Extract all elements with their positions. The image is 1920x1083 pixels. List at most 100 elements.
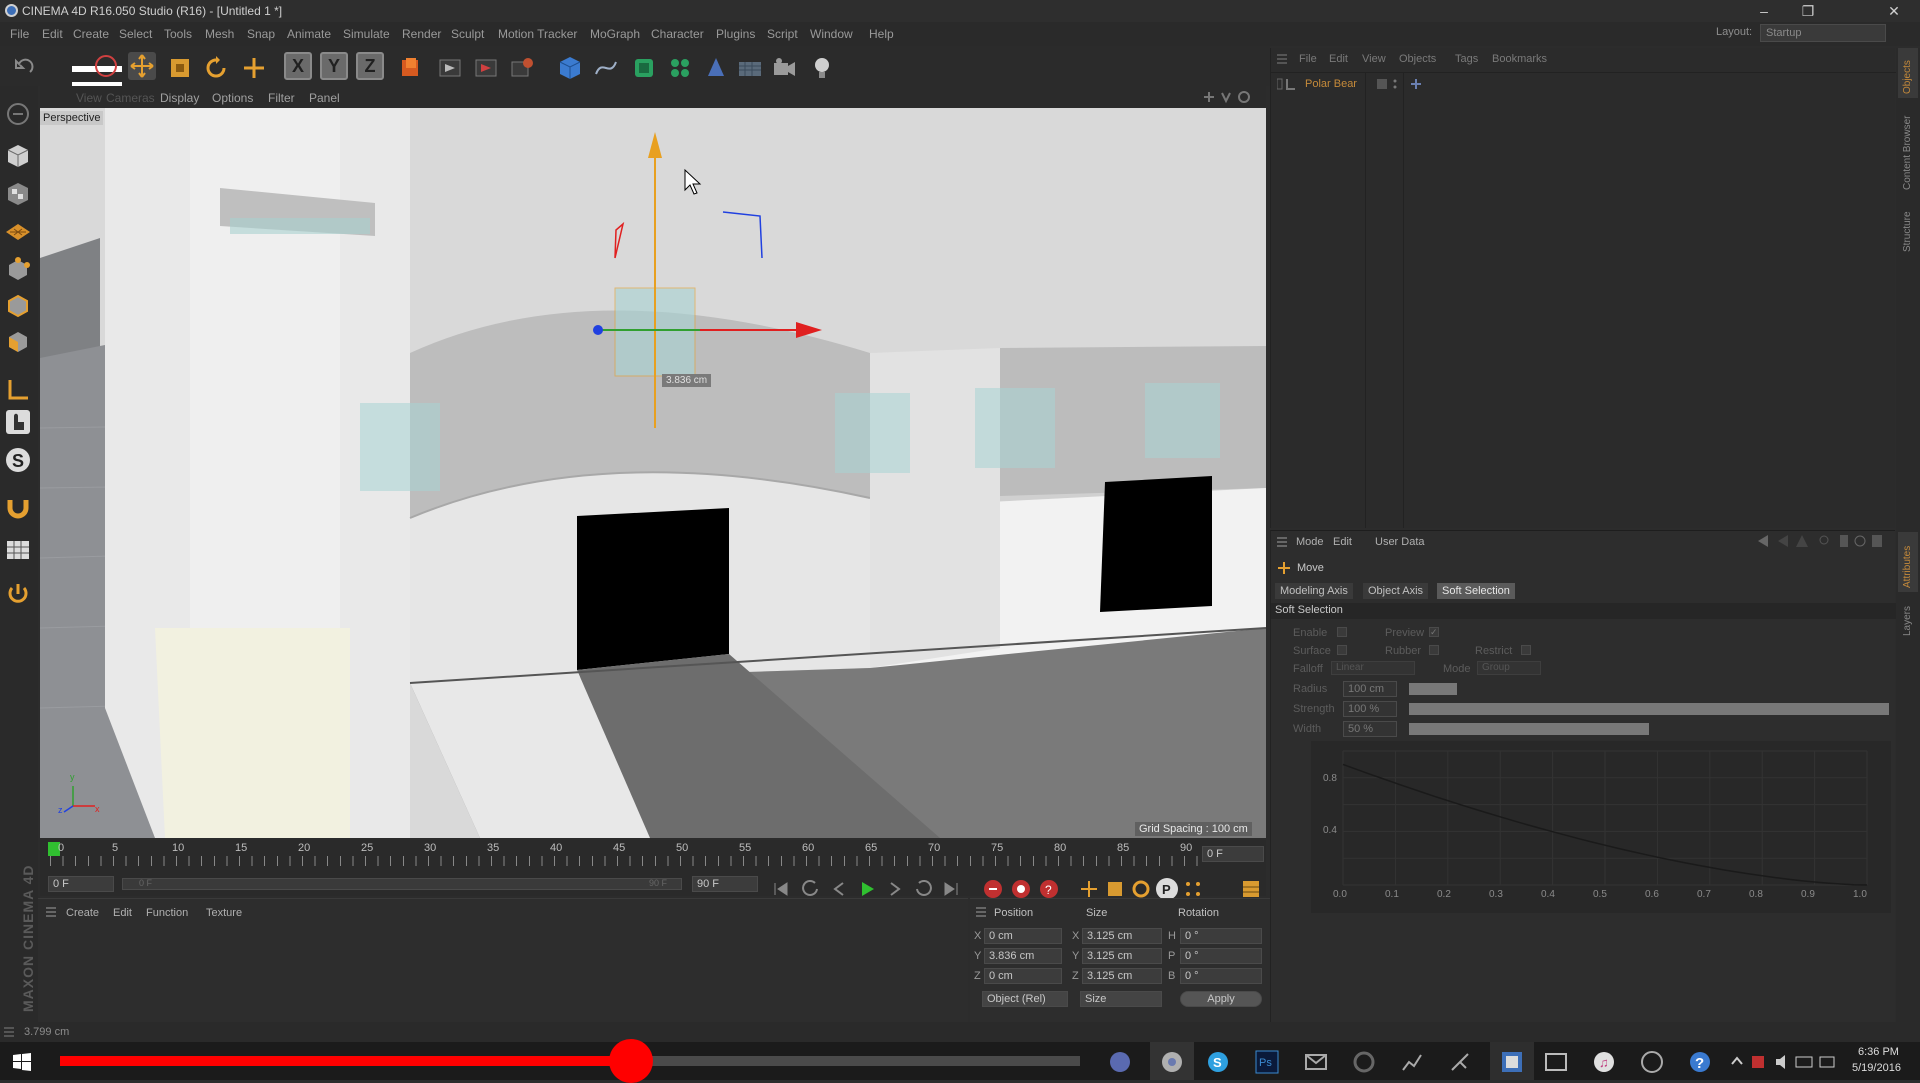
apply-button[interactable]: Apply [1180, 991, 1262, 1007]
parameter-key-icon[interactable]: P [1156, 878, 1178, 900]
go-to-start-icon[interactable] [770, 878, 792, 900]
scale-key-icon[interactable] [1104, 878, 1126, 900]
enable-checkbox[interactable] [1337, 627, 1347, 637]
rotation-h-field[interactable]: 0 ° [1180, 928, 1262, 944]
width-slider[interactable] [1409, 723, 1889, 735]
rotation-key-icon[interactable] [1130, 878, 1152, 900]
current-frame-field[interactable]: 0 F [1202, 846, 1264, 862]
menu-mesh[interactable]: Mesh [205, 27, 234, 41]
skype-icon[interactable]: S [1206, 1050, 1230, 1074]
magnet-icon[interactable] [4, 492, 32, 520]
graph-app-icon[interactable] [1400, 1050, 1424, 1074]
z-axis-lock-button[interactable]: Z [356, 52, 384, 80]
rubber-checkbox[interactable] [1429, 645, 1439, 655]
coordinate-system-icon[interactable] [396, 54, 424, 82]
model-mode-icon[interactable] [4, 142, 32, 170]
texture-mode-icon[interactable] [4, 180, 32, 208]
end-frame-field[interactable]: 90 F [692, 876, 758, 892]
material-menu-texture[interactable]: Texture [206, 907, 242, 919]
photoshop-icon[interactable]: Ps [1255, 1050, 1279, 1074]
menu-script[interactable]: Script [767, 27, 798, 41]
menu-plugins[interactable]: Plugins [716, 27, 755, 41]
video-progress-bar[interactable] [60, 1039, 1080, 1083]
radius-field[interactable]: 100 cm [1343, 681, 1397, 697]
position-x-field[interactable]: 0 cm [984, 928, 1062, 944]
objects-menu-tags[interactable]: Tags [1455, 53, 1478, 65]
menu-select[interactable]: Select [119, 27, 152, 41]
help-icon[interactable]: ? [1688, 1050, 1712, 1074]
chrome-taskbar-item[interactable] [1150, 1042, 1194, 1080]
attributes-nav-icons[interactable] [1756, 533, 1886, 549]
objects-menu-bookmarks[interactable]: Bookmarks [1492, 53, 1547, 65]
viewport-menu-view[interactable]: View [76, 91, 102, 105]
attributes-menu-mode[interactable]: Mode [1296, 536, 1324, 548]
tweak-mode-icon[interactable] [4, 408, 32, 436]
window-app-icon[interactable] [1544, 1050, 1568, 1074]
sync-icon[interactable] [1352, 1050, 1376, 1074]
menu-edit[interactable]: Edit [42, 27, 63, 41]
keyframe-selection-icon[interactable]: ? [1038, 878, 1060, 900]
previous-key-icon[interactable] [800, 878, 822, 900]
panel-grip-icon[interactable] [46, 907, 56, 917]
frame-range-slider[interactable]: 0 F 90 F [122, 878, 682, 890]
cube-object-icon[interactable] [556, 54, 584, 82]
attributes-menu-user-data[interactable]: User Data [1375, 536, 1425, 548]
spline-pen-icon[interactable] [592, 54, 620, 82]
size-z-field[interactable]: 3.125 cm [1082, 968, 1162, 984]
windows-start-icon[interactable] [12, 1052, 32, 1072]
edges-mode-icon[interactable] [4, 292, 32, 320]
light-icon[interactable] [808, 54, 836, 82]
menu-character[interactable]: Character [651, 27, 704, 41]
timeline-layout-icon[interactable] [1240, 878, 1262, 900]
strength-field[interactable]: 100 % [1343, 701, 1397, 717]
position-z-field[interactable]: 0 cm [984, 968, 1062, 984]
close-button[interactable]: ✕ [1872, 0, 1916, 22]
falloff-select[interactable]: Linear [1331, 661, 1415, 675]
menu-animate[interactable]: Animate [287, 27, 331, 41]
live-selection-icon[interactable] [92, 52, 120, 80]
coordinate-mode-select[interactable]: Object (Rel) [982, 991, 1068, 1007]
width-field[interactable]: 50 % [1343, 721, 1397, 737]
next-frame-icon[interactable] [884, 878, 906, 900]
tab-structure[interactable]: Structure [1898, 200, 1918, 255]
maximize-button[interactable]: ❐ [1786, 0, 1830, 22]
clock-time[interactable]: 6:36 PM [1858, 1046, 1899, 1058]
cinema4d-taskbar-item[interactable] [1490, 1042, 1534, 1080]
previous-frame-icon[interactable] [828, 878, 850, 900]
size-mode-select[interactable]: Size [1080, 991, 1162, 1007]
record-icon[interactable] [982, 878, 1004, 900]
make-editable-icon[interactable] [4, 100, 32, 128]
system-tray-icons[interactable] [1730, 1054, 1860, 1070]
viewport-menu-panel[interactable]: Panel [309, 91, 340, 105]
undo-icon[interactable] [10, 54, 38, 82]
autokey-icon[interactable] [1010, 878, 1032, 900]
menu-mograph[interactable]: MoGraph [590, 27, 640, 41]
cloner-icon[interactable] [666, 54, 694, 82]
y-axis-lock-button[interactable]: Y [320, 52, 348, 80]
workplane-lock-icon[interactable] [4, 536, 32, 564]
floor-environment-icon[interactable] [736, 54, 764, 82]
render-settings-icon[interactable] [508, 54, 536, 82]
tab-soft-selection[interactable]: Soft Selection [1437, 583, 1515, 599]
radius-slider[interactable] [1409, 683, 1889, 695]
material-menu-function[interactable]: Function [146, 907, 188, 919]
next-key-icon[interactable] [912, 878, 934, 900]
objects-menu-edit[interactable]: Edit [1329, 53, 1348, 65]
points-mode-icon[interactable] [4, 256, 32, 284]
start-frame-field[interactable]: 0 F [48, 876, 114, 892]
camera-icon[interactable] [770, 54, 798, 82]
rotation-b-field[interactable]: 0 ° [1180, 968, 1262, 984]
move-tool-icon[interactable] [128, 52, 156, 80]
render-to-picture-viewer-icon[interactable] [472, 54, 500, 82]
layout-select[interactable]: Startup [1760, 24, 1886, 42]
viewport-menu-display[interactable]: Display [160, 91, 199, 105]
tool-app-icon[interactable] [1448, 1050, 1472, 1074]
rotation-p-field[interactable]: 0 ° [1180, 948, 1262, 964]
video-progress-scrubber[interactable] [609, 1039, 654, 1083]
minimize-button[interactable]: – [1742, 0, 1786, 22]
panel-grip-icon[interactable] [976, 907, 986, 917]
tab-content-browser[interactable]: Content Browser [1898, 104, 1918, 194]
material-menu-create[interactable]: Create [66, 907, 99, 919]
mail-icon[interactable] [1304, 1050, 1328, 1074]
attributes-menu-edit[interactable]: Edit [1333, 536, 1352, 548]
